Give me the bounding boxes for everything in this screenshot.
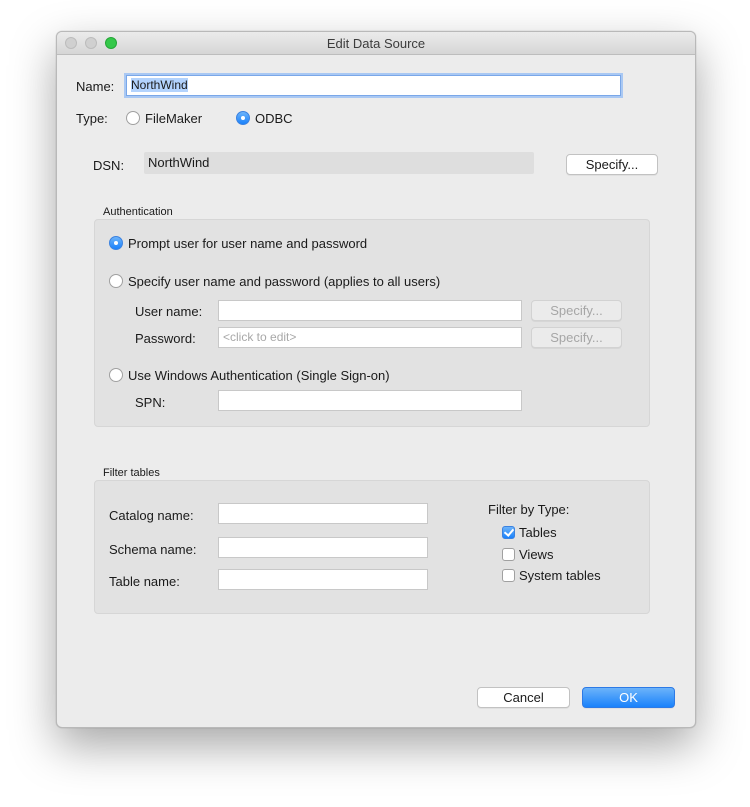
name-input[interactable]: NorthWind bbox=[126, 75, 621, 96]
authentication-group: Prompt user for user name and password S… bbox=[94, 219, 650, 427]
auth-specify-radio[interactable] bbox=[109, 274, 123, 288]
schema-name-input[interactable] bbox=[218, 537, 428, 558]
type-odbc-radio[interactable] bbox=[236, 111, 250, 125]
filter-tables-checkbox[interactable] bbox=[502, 526, 515, 539]
password-label: Password: bbox=[135, 331, 196, 346]
edit-data-source-dialog: Edit Data Source Name: NorthWind Type: F… bbox=[56, 31, 696, 728]
filter-by-type-label: Filter by Type: bbox=[488, 502, 570, 517]
password-input[interactable]: <click to edit> bbox=[218, 327, 522, 348]
dsn-value: NorthWind bbox=[144, 152, 534, 174]
ok-button[interactable]: OK bbox=[582, 687, 675, 708]
title-bar[interactable]: Edit Data Source bbox=[57, 32, 695, 55]
username-input[interactable] bbox=[218, 300, 522, 321]
name-input-value: NorthWind bbox=[131, 78, 188, 92]
type-filemaker-label[interactable]: FileMaker bbox=[145, 111, 202, 126]
password-specify-button[interactable]: Specify... bbox=[531, 327, 622, 348]
filter-tables-group-title: Filter tables bbox=[103, 467, 160, 479]
window-title: Edit Data Source bbox=[326, 36, 426, 51]
catalog-name-label: Catalog name: bbox=[109, 508, 194, 523]
authentication-group-title: Authentication bbox=[103, 206, 173, 218]
filter-views-checkbox[interactable] bbox=[502, 548, 515, 561]
filter-tables-checkbox-label[interactable]: Tables bbox=[519, 525, 557, 540]
table-name-label: Table name: bbox=[109, 574, 180, 589]
filter-system-tables-checkbox-label[interactable]: System tables bbox=[519, 568, 601, 583]
filter-views-checkbox-label[interactable]: Views bbox=[519, 547, 553, 562]
dsn-specify-button[interactable]: Specify... bbox=[566, 154, 658, 175]
auth-specify-label[interactable]: Specify user name and password (applies … bbox=[128, 274, 440, 289]
type-label: Type: bbox=[76, 111, 108, 126]
auth-prompt-label[interactable]: Prompt user for user name and password bbox=[128, 236, 367, 251]
auth-prompt-radio[interactable] bbox=[109, 236, 123, 250]
dsn-label: DSN: bbox=[93, 158, 125, 173]
type-filemaker-radio[interactable] bbox=[126, 111, 140, 125]
cancel-button[interactable]: Cancel bbox=[477, 687, 570, 708]
filter-system-tables-checkbox[interactable] bbox=[502, 569, 515, 582]
table-name-input[interactable] bbox=[218, 569, 428, 590]
type-odbc-label[interactable]: ODBC bbox=[255, 111, 293, 126]
catalog-name-input[interactable] bbox=[218, 503, 428, 524]
auth-windows-label[interactable]: Use Windows Authentication (Single Sign-… bbox=[128, 368, 390, 383]
spn-input[interactable] bbox=[218, 390, 522, 411]
name-label: Name: bbox=[76, 79, 115, 94]
username-specify-button[interactable]: Specify... bbox=[531, 300, 622, 321]
username-label: User name: bbox=[135, 304, 203, 319]
filter-tables-group: Catalog name: Schema name: Table name: F… bbox=[94, 480, 650, 614]
auth-windows-radio[interactable] bbox=[109, 368, 123, 382]
spn-label: SPN: bbox=[135, 395, 166, 410]
schema-name-label: Schema name: bbox=[109, 542, 197, 557]
